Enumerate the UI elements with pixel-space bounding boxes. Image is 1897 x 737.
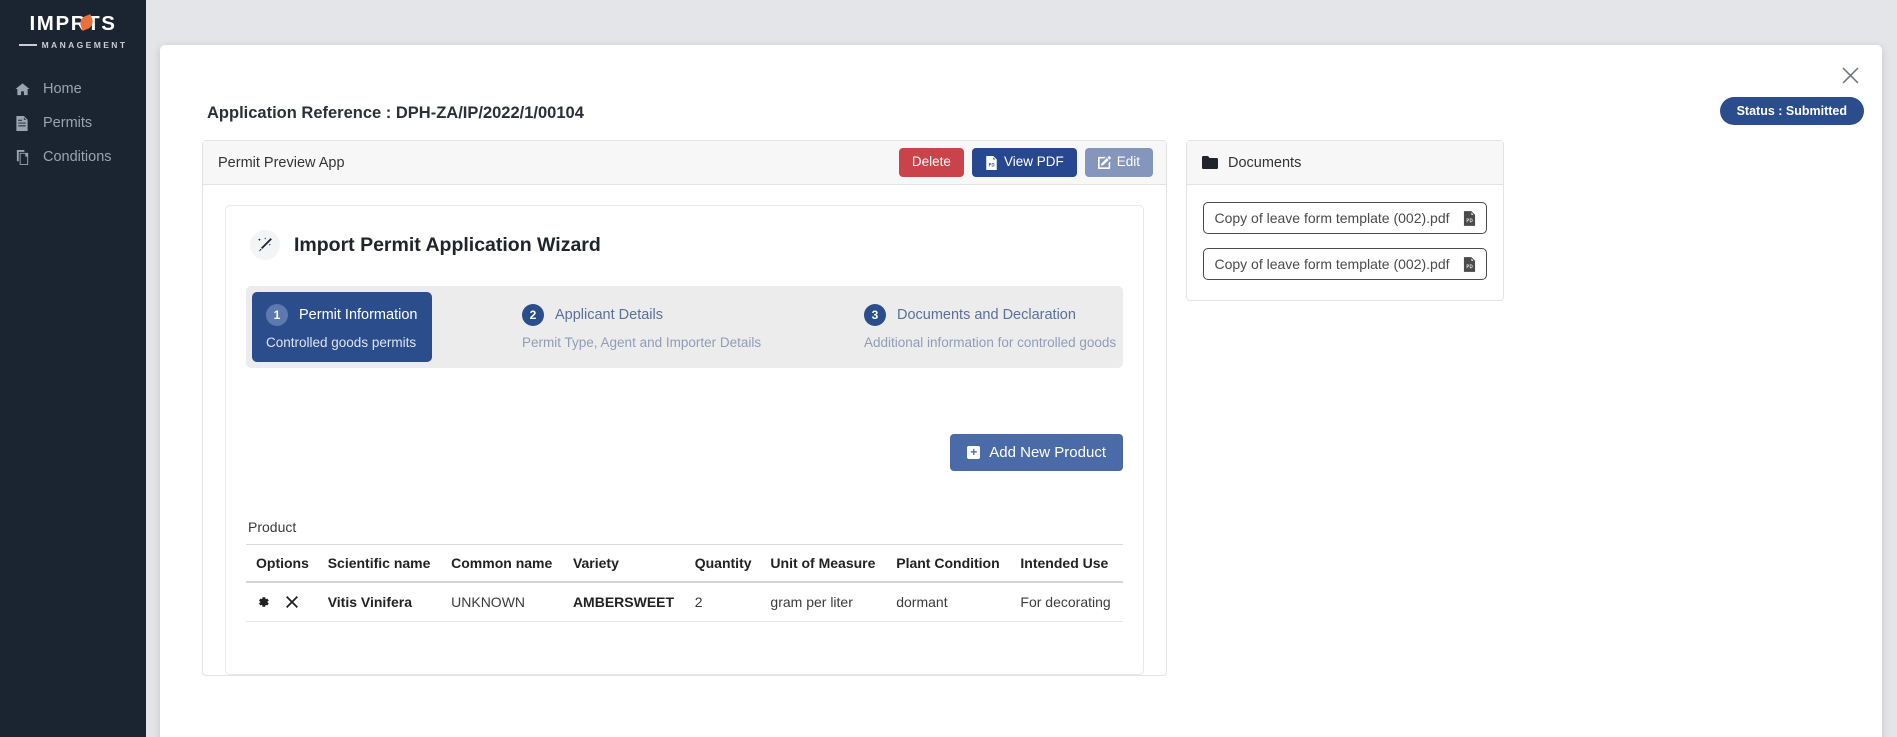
delete-button[interactable]: Delete: [899, 148, 964, 176]
sidebar-nav: Home Permits Conditions: [0, 72, 146, 174]
wizard-stepper: 1 Permit Information Controlled goods pe…: [246, 286, 1123, 368]
table-row: Vitis Vinifera UNKNOWN AMBERSWEET 2 gram…: [246, 582, 1123, 622]
product-table-body: Vitis Vinifera UNKNOWN AMBERSWEET 2 gram…: [246, 582, 1123, 622]
step-sublabel: Controlled goods permits: [266, 335, 432, 350]
column-header-plant-condition: Plant Condition: [888, 545, 1012, 583]
sidebar-item-label: Permits: [43, 115, 92, 131]
cell-common-name: UNKNOWN: [443, 582, 565, 622]
wizard-step-2[interactable]: 2 Applicant Details Permit Type, Agent a…: [432, 286, 772, 368]
home-icon: [14, 82, 30, 97]
column-header-intended-use: Intended Use: [1012, 545, 1123, 583]
logo-text-tail: RTS: [71, 12, 117, 35]
permit-preview-modal: Application Reference : DPH-ZA/IP/2022/1…: [160, 45, 1882, 737]
folder-icon: [1202, 156, 1218, 169]
product-caption: Product: [248, 519, 1123, 535]
permit-preview-panel: Permit Preview App Delete View PDF Edit: [202, 140, 1167, 676]
step-label: Applicant Details: [555, 307, 663, 323]
add-product-row: + Add New Product: [246, 434, 1123, 471]
sidebar-item-home[interactable]: Home: [0, 72, 146, 106]
column-header-common-name: Common name: [443, 545, 565, 583]
logo-subtitle: MANAGEMENT: [0, 40, 146, 50]
add-new-product-label: Add New Product: [989, 444, 1106, 461]
wizard-step-3[interactable]: 3 Documents and Declaration Additional i…: [772, 286, 1123, 368]
remove-icon[interactable]: [286, 596, 298, 608]
cell-unit-of-measure: gram per liter: [762, 582, 888, 622]
view-pdf-label: View PDF: [1004, 154, 1064, 170]
logo-text: IMPRTS: [29, 14, 116, 35]
step-top: 3 Documents and Declaration: [864, 304, 1123, 326]
documents-panel: Documents Copy of leave form template (0…: [1186, 140, 1504, 301]
document-name: Copy of leave form template (002).pdf: [1214, 210, 1449, 226]
product-table-head: Options Scientific name Common name Vari…: [246, 545, 1123, 583]
step-number: 3: [864, 304, 886, 326]
row-options: [256, 595, 312, 609]
status-badge[interactable]: Status : Submitted: [1720, 97, 1864, 125]
column-header-scientific-name: Scientific name: [320, 545, 443, 583]
wizard-title: Import Permit Application Wizard: [294, 234, 601, 257]
application-reference: Application Reference : DPH-ZA/IP/2022/1…: [207, 104, 584, 123]
cell-variety: AMBERSWEET: [565, 582, 687, 622]
step-number: 2: [522, 304, 544, 326]
edit-button[interactable]: Edit: [1085, 148, 1153, 176]
logo-text-main: IMP: [29, 12, 70, 35]
sidebar-item-label: Home: [43, 81, 82, 97]
sidebar-item-permits[interactable]: Permits: [0, 106, 146, 140]
pdf-file-icon: [1463, 257, 1476, 272]
column-header-quantity: Quantity: [687, 545, 763, 583]
row-options-cell: [246, 582, 320, 622]
step-number: 1: [266, 304, 288, 326]
wizard-step-1[interactable]: 1 Permit Information Controlled goods pe…: [252, 292, 432, 362]
document-name: Copy of leave form template (002).pdf: [1214, 256, 1449, 272]
documents-list: Copy of leave form template (002).pdf Co…: [1187, 185, 1503, 300]
logo-divider: [19, 44, 37, 46]
gear-icon[interactable]: [256, 595, 270, 609]
cell-plant-condition: dormant: [888, 582, 1012, 622]
table-header-row: Options Scientific name Common name Vari…: [246, 545, 1123, 583]
step-top: 1 Permit Information: [266, 304, 432, 326]
column-header-unit-of-measure: Unit of Measure: [762, 545, 888, 583]
column-header-options: Options: [246, 545, 320, 583]
sidebar-item-conditions[interactable]: Conditions: [0, 140, 146, 174]
panel-title: Permit Preview App: [218, 155, 345, 171]
cell-quantity: 2: [687, 582, 763, 622]
edit-button-label: Edit: [1117, 154, 1140, 170]
documents-title: Documents: [1228, 155, 1301, 171]
add-new-product-button[interactable]: + Add New Product: [950, 434, 1123, 471]
documents-header: Documents: [1187, 141, 1503, 185]
pdf-file-icon: [1463, 211, 1476, 226]
sidebar-item-label: Conditions: [43, 149, 112, 165]
step-top: 2 Applicant Details: [522, 304, 772, 326]
cell-scientific-name: Vitis Vinifera: [320, 582, 443, 622]
cell-intended-use: For decorating: [1012, 582, 1123, 622]
panel-header: Permit Preview App Delete View PDF Edit: [203, 141, 1166, 185]
document-item[interactable]: Copy of leave form template (002).pdf: [1203, 202, 1487, 234]
view-pdf-button[interactable]: View PDF: [972, 148, 1077, 176]
delete-button-label: Delete: [912, 154, 951, 170]
plus-icon: +: [967, 446, 980, 459]
wizard-header: Import Permit Application Wizard: [250, 230, 1123, 260]
panel-body: Import Permit Application Wizard 1 Permi…: [203, 185, 1166, 675]
wizard-card: Import Permit Application Wizard 1 Permi…: [225, 205, 1144, 675]
column-header-variety: Variety: [565, 545, 687, 583]
step-label: Permit Information: [299, 307, 417, 323]
panel-actions: Delete View PDF Edit: [899, 148, 1153, 176]
step-sublabel: Additional information for controlled go…: [864, 335, 1123, 350]
pdf-file-icon: [985, 156, 998, 170]
magic-wand-icon: [250, 230, 280, 260]
document-icon: [14, 116, 30, 131]
product-table: Options Scientific name Common name Vari…: [246, 544, 1123, 622]
close-icon[interactable]: [1836, 61, 1864, 89]
logo-subtitle-text: MANAGEMENT: [42, 40, 128, 50]
pencil-square-icon: [1098, 156, 1111, 169]
step-label: Documents and Declaration: [897, 307, 1076, 323]
sidebar: IMPRTS MANAGEMENT Home Permits Condition…: [0, 0, 146, 737]
document-item[interactable]: Copy of leave form template (002).pdf: [1203, 248, 1487, 280]
app-logo: IMPRTS MANAGEMENT: [0, 0, 146, 50]
copy-icon: [14, 150, 30, 165]
step-sublabel: Permit Type, Agent and Importer Details: [522, 335, 772, 350]
